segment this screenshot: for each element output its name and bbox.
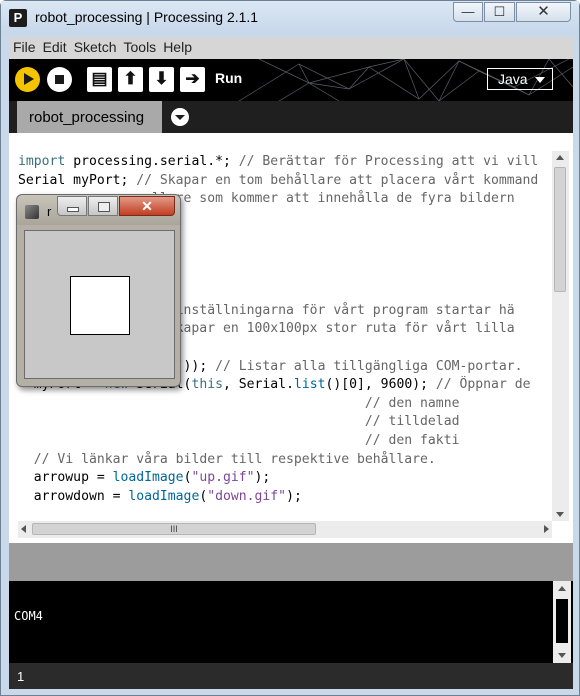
sketch-title-bar[interactable]: r ✕ xyxy=(17,195,180,225)
scroll-up-arrow-icon[interactable] xyxy=(556,155,564,160)
code-token: list xyxy=(293,377,326,393)
code-token: // Berättar för Processing att vi vill xyxy=(238,154,539,169)
menu-edit[interactable]: Edit xyxy=(39,37,70,55)
code-token: // Skapar en tom behållare att placera v… xyxy=(136,172,539,188)
code-token: "down.gif" xyxy=(207,488,287,504)
menu-file[interactable]: File xyxy=(9,37,39,55)
status-bar: 1 xyxy=(9,663,573,689)
code-token: // Vi länkar våra bilder till respektive… xyxy=(33,451,436,467)
run-label: Run xyxy=(215,70,243,86)
maximize-button[interactable]: ☐ xyxy=(484,2,515,22)
code-token: "up.gif" xyxy=(191,470,255,486)
console-scroll-down-icon[interactable] xyxy=(558,653,566,658)
sketch-window[interactable]: r ✕ xyxy=(16,194,181,387)
horizontal-scroll-thumb[interactable]: III xyxy=(32,523,316,535)
code-token: loadImage xyxy=(128,488,200,504)
code-line[interactable]: arrowup = loadImage("up.gif"); xyxy=(18,469,552,488)
sketch-white-square xyxy=(70,276,130,335)
export-button[interactable]: ➔ xyxy=(180,67,205,92)
menu-bar: File Edit Sketch Tools Help xyxy=(9,37,573,59)
editor-horizontal-scrollbar[interactable]: III xyxy=(18,521,552,538)
console-scroll-thumb[interactable] xyxy=(556,599,568,643)
tab-robot-processing[interactable]: robot_processing xyxy=(17,101,162,133)
open-button[interactable]: ⬆ xyxy=(118,67,143,92)
toolbar: ▤ ⬆ ⬇ ➔ Run Java xyxy=(9,59,573,101)
scroll-down-arrow-icon[interactable] xyxy=(556,512,564,517)
scroll-left-arrow-icon[interactable] xyxy=(21,525,26,533)
code-token: ); xyxy=(254,470,271,486)
code-line[interactable]: arrowdown = loadImage("down.gif"); xyxy=(18,488,552,507)
code-line[interactable]: Serial myPort; // Skapar en tom behållar… xyxy=(18,172,552,191)
code-token: this xyxy=(191,377,223,393)
close-button[interactable]: ✕ xyxy=(516,2,571,22)
menu-help[interactable]: Help xyxy=(159,37,195,55)
console-scroll-up-icon[interactable] xyxy=(558,586,566,591)
sketch-maximize-button[interactable] xyxy=(88,196,118,216)
tab-strip: robot_processing xyxy=(9,101,573,133)
code-token: ()[0], 9600); xyxy=(325,377,436,393)
message-area xyxy=(9,543,573,581)
title-bar[interactable]: P robot_processing | Processing 2.1.1 — … xyxy=(1,1,579,35)
mode-selector[interactable]: Java xyxy=(487,68,553,90)
scroll-right-arrow-icon[interactable] xyxy=(544,525,549,533)
code-token: processing.serial.*; xyxy=(65,154,239,169)
mode-label: Java xyxy=(498,71,528,87)
minimize-button[interactable]: — xyxy=(453,2,483,22)
console-output: COM4 xyxy=(14,609,43,623)
new-button[interactable]: ▤ xyxy=(87,67,112,92)
sketch-canvas[interactable] xyxy=(24,230,175,379)
sketch-app-icon xyxy=(25,205,39,219)
code-token: arrowup = xyxy=(18,470,113,486)
scroll-thumb[interactable] xyxy=(554,167,566,292)
code-token: // den fakti xyxy=(18,432,460,448)
code-token: Serial myPort; xyxy=(18,172,137,188)
code-token: // tilldelad xyxy=(18,414,460,430)
window-title: robot_processing | Processing 2.1.1 xyxy=(35,9,259,25)
code-line[interactable]: import processing.serial.*; // Berättar … xyxy=(18,153,552,172)
console[interactable]: COM4 xyxy=(9,581,573,663)
code-token: // Öppnar de xyxy=(435,377,531,393)
processing-app-icon: P xyxy=(9,9,27,27)
stop-button[interactable] xyxy=(47,67,72,92)
tab-menu-button[interactable] xyxy=(171,108,189,126)
sketch-minimize-button[interactable] xyxy=(57,196,87,216)
code-token: , Serial. xyxy=(223,377,294,393)
run-button[interactable] xyxy=(15,67,40,92)
console-scrollbar[interactable] xyxy=(553,581,571,663)
code-token: ); xyxy=(286,488,302,504)
code-line[interactable]: // den namne xyxy=(18,395,552,414)
code-token: // den namne xyxy=(18,395,460,411)
code-line[interactable]: // Vi länkar våra bilder till respektive… xyxy=(18,451,552,470)
code-token: import xyxy=(18,154,66,169)
chevron-down-icon xyxy=(535,77,545,83)
line-number: 1 xyxy=(17,669,25,684)
code-token: // Listar alla tillgängliga COM-portar. xyxy=(215,358,523,374)
sketch-close-button[interactable]: ✕ xyxy=(119,196,175,216)
code-line[interactable]: // tilldelad xyxy=(18,413,552,432)
sketch-title: r xyxy=(47,204,52,219)
code-token: loadImage xyxy=(112,470,184,486)
menu-tools[interactable]: Tools xyxy=(120,37,160,55)
menu-sketch[interactable]: Sketch xyxy=(70,37,120,55)
code-token: arrowdown = xyxy=(18,488,129,504)
editor-vertical-scrollbar[interactable] xyxy=(552,151,569,521)
save-button[interactable]: ⬇ xyxy=(149,67,174,92)
code-line[interactable]: // den fakti xyxy=(18,432,552,451)
